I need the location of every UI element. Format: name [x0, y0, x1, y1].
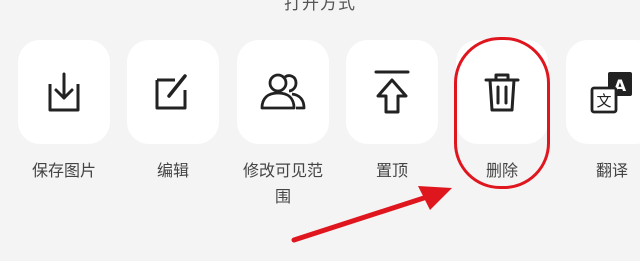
action-delete[interactable]: 删除	[456, 40, 548, 184]
action-label: 保存图片	[31, 161, 96, 180]
action-row: 保存图片 编辑 修改可见范围 置顶 删除 A 文 翻译	[0, 40, 640, 261]
visibility-users-icon	[260, 73, 306, 110]
action-tile[interactable]	[456, 40, 548, 144]
action-save-image[interactable]: 保存图片	[18, 40, 110, 184]
action-visibility[interactable]: 修改可见范围	[237, 40, 329, 210]
save-image-icon	[48, 72, 80, 112]
action-tile[interactable]	[346, 40, 438, 144]
svg-text:文: 文	[596, 92, 611, 110]
action-tile[interactable]: A 文	[566, 40, 640, 144]
action-label: 编辑	[156, 161, 189, 180]
trash-icon	[484, 73, 520, 112]
action-label: 修改可见范围	[243, 161, 324, 206]
action-translate[interactable]: A 文 翻译	[566, 40, 640, 184]
action-edit[interactable]: 编辑	[127, 40, 219, 184]
action-tile[interactable]	[127, 40, 219, 144]
action-label: 删除	[485, 161, 518, 180]
action-tile[interactable]	[18, 40, 110, 144]
translate-icon: A 文	[590, 72, 632, 114]
action-pin-top[interactable]: 置顶	[346, 40, 438, 184]
action-tile[interactable]	[237, 40, 329, 144]
action-label: 置顶	[375, 161, 408, 180]
action-label: 翻译	[595, 161, 628, 180]
sheet-title: 打开方式	[284, 0, 356, 14]
edit-icon	[155, 74, 187, 110]
pin-to-top-icon	[374, 70, 410, 114]
